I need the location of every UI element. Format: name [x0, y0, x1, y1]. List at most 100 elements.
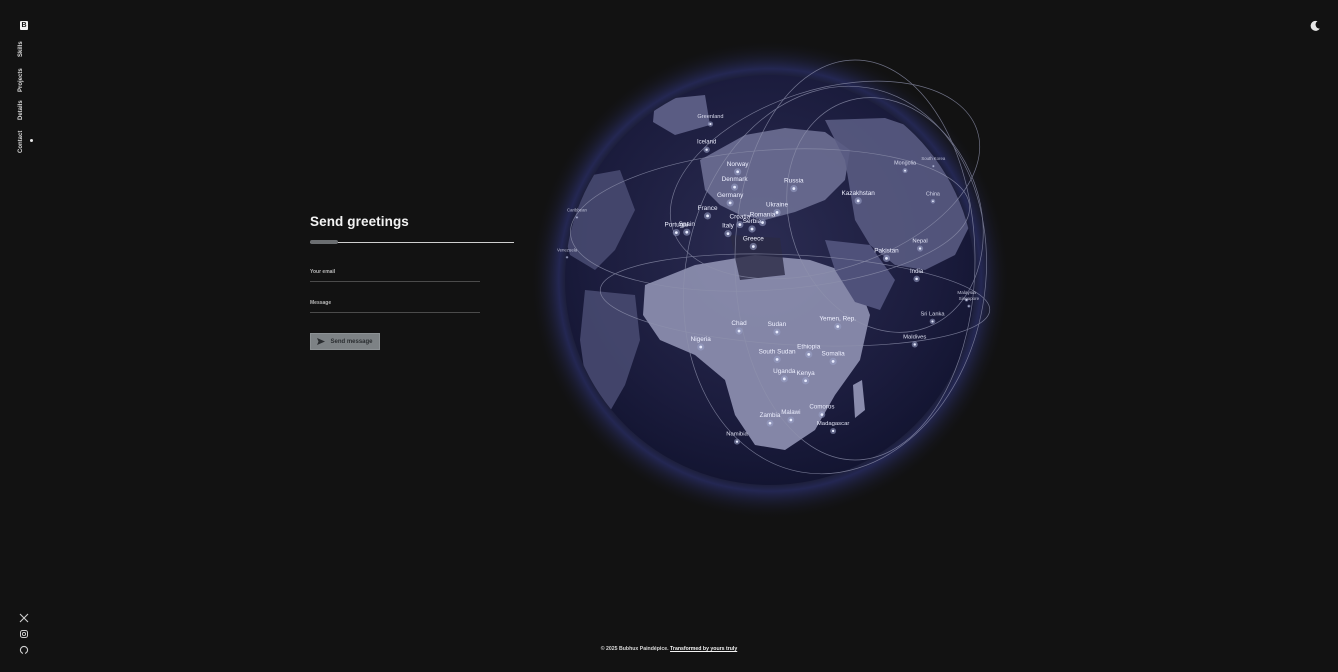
- globe-country-label: Nigeria: [691, 336, 712, 343]
- globe-marker-dot: [931, 320, 934, 323]
- globe-marker-dot: [726, 232, 730, 236]
- globe-marker-dot: [736, 170, 740, 174]
- footer-link[interactable]: Transformed by yours truly: [670, 646, 737, 652]
- globe-country-label: South Korea: [921, 156, 945, 161]
- globe-marker-dot: [705, 148, 708, 151]
- globe-country-label: Sri Lanka: [920, 311, 945, 317]
- title-divider: [310, 240, 514, 244]
- globe-country-label: China: [926, 191, 940, 197]
- globe-marker-dot: [915, 277, 918, 281]
- globe-marker-dot: [735, 440, 739, 443]
- globe-marker-dot: [775, 358, 779, 361]
- globe-country-label: Portugal: [664, 222, 688, 229]
- nav-item-skills[interactable]: Skills: [18, 41, 24, 57]
- globe-country-label: Somalia: [822, 350, 846, 357]
- globe-country-label: Chad: [731, 320, 747, 327]
- globe-country-label: Maldives: [903, 334, 926, 340]
- globe-marker-dot: [566, 256, 568, 258]
- globe-marker-dot: [913, 343, 916, 346]
- globe-country-label: Germany: [717, 192, 744, 199]
- globe-marker-dot: [699, 345, 703, 349]
- globe-country-label: Romania: [750, 212, 776, 219]
- globe-marker-dot: [885, 257, 888, 260]
- title-divider-accent: [310, 240, 338, 244]
- globe-country-label: Malaysia: [957, 290, 976, 295]
- instagram-icon[interactable]: [19, 626, 29, 638]
- globe-country-label: Greenland: [697, 114, 723, 120]
- send-icon: [317, 338, 326, 345]
- globe-marker-dot: [820, 413, 824, 416]
- logo[interactable]: B: [20, 21, 28, 30]
- globe-country-label: Sudan: [768, 321, 787, 328]
- globe-marker-dot: [775, 211, 779, 214]
- globe-country-label: Namibia: [726, 432, 748, 438]
- globe-country-label: Iceland: [697, 140, 716, 146]
- globe-marker-dot: [782, 377, 786, 381]
- form-title: Send greetings: [310, 214, 409, 229]
- globe-marker-dot: [733, 185, 736, 189]
- globe-marker-dot: [706, 214, 709, 218]
- globe-marker-dot: [737, 329, 741, 333]
- globe-country-label: Madagascar: [817, 421, 849, 427]
- globe-country-label: Caribbean: [567, 207, 587, 212]
- globe-marker-dot: [807, 352, 811, 356]
- globe-marker-dot: [674, 231, 678, 234]
- send-message-label: Send message: [330, 338, 373, 345]
- globe-country-label: Nepal: [912, 239, 927, 245]
- globe-country-label: Pakistan: [874, 247, 899, 254]
- globe-country-label: India: [910, 268, 924, 275]
- globe-country-label: Greece: [743, 235, 764, 242]
- globe-marker-dot: [932, 165, 934, 167]
- globe-marker-dot: [768, 421, 772, 425]
- globe-marker-dot: [792, 187, 796, 190]
- globe-marker-dot: [750, 227, 754, 231]
- globe-country-label: Uganda: [773, 368, 796, 375]
- globe-country-label: Singapore: [959, 296, 980, 301]
- globe-marker-dot: [836, 325, 840, 328]
- email-label: Your email: [310, 269, 336, 275]
- email-field[interactable]: Your email: [310, 269, 480, 282]
- message-field[interactable]: Message: [310, 300, 480, 313]
- globe-country-label: Italy: [722, 223, 735, 230]
- globe-country-label: Russia: [784, 178, 804, 185]
- globe-marker-dot: [761, 221, 764, 224]
- globe-country-label: Malawi: [781, 409, 800, 416]
- globe-marker-dot: [685, 230, 689, 234]
- nav-item-projects[interactable]: Projects: [18, 68, 24, 92]
- send-message-button[interactable]: Send message: [310, 333, 380, 350]
- globe-marker-dot: [775, 330, 779, 334]
- globe-marker-dot: [968, 305, 970, 307]
- globe-country-label: Yemen, Rep.: [819, 316, 856, 323]
- globe-country-label: Comoros: [809, 404, 834, 411]
- nav-active-indicator: [30, 139, 33, 142]
- message-label: Message: [310, 300, 332, 306]
- moon-icon[interactable]: [1308, 19, 1322, 33]
- globe-marker-dot: [831, 360, 835, 363]
- globe-country-label: Mongolia: [894, 161, 916, 167]
- globe-country-label: France: [698, 205, 718, 212]
- globe-country-label: Kenya: [797, 370, 816, 377]
- globe-marker-dot: [856, 199, 860, 203]
- globe-marker-dot: [751, 245, 755, 248]
- globe-marker-dot: [709, 122, 712, 126]
- footer: © 2025 Bubhux Paindépice. Transformed by…: [0, 646, 1338, 652]
- footer-copyright: © 2025 Bubhux Paindépice.: [600, 646, 669, 652]
- globe-marker-dot: [738, 223, 742, 226]
- globe-country-label: Venezuela: [557, 247, 578, 252]
- globe-marker-dot: [728, 201, 732, 205]
- globe-marker-dot: [904, 169, 907, 172]
- globe[interactable]: Greenland Iceland Norway Denmark Germany Russ…: [525, 40, 1015, 530]
- globe-marker-dot: [918, 247, 922, 250]
- globe-marker-dot: [804, 379, 807, 383]
- nav-item-details[interactable]: Details: [18, 100, 24, 120]
- nav-item-contact[interactable]: Contact: [18, 131, 24, 153]
- globe-country-label: South Sudan: [759, 348, 796, 355]
- globe-country-label: Ethiopia: [797, 343, 821, 350]
- globe-country-label: Ukraine: [766, 201, 788, 208]
- globe-marker-dot: [831, 429, 835, 433]
- globe-country-label: Norway: [727, 161, 749, 168]
- globe-country-label: Kazakhstan: [841, 190, 875, 197]
- contact-form: Send greetings Your email Message Send m…: [310, 214, 520, 350]
- x-twitter-icon[interactable]: [19, 610, 29, 623]
- globe-marker-dot: [932, 200, 934, 203]
